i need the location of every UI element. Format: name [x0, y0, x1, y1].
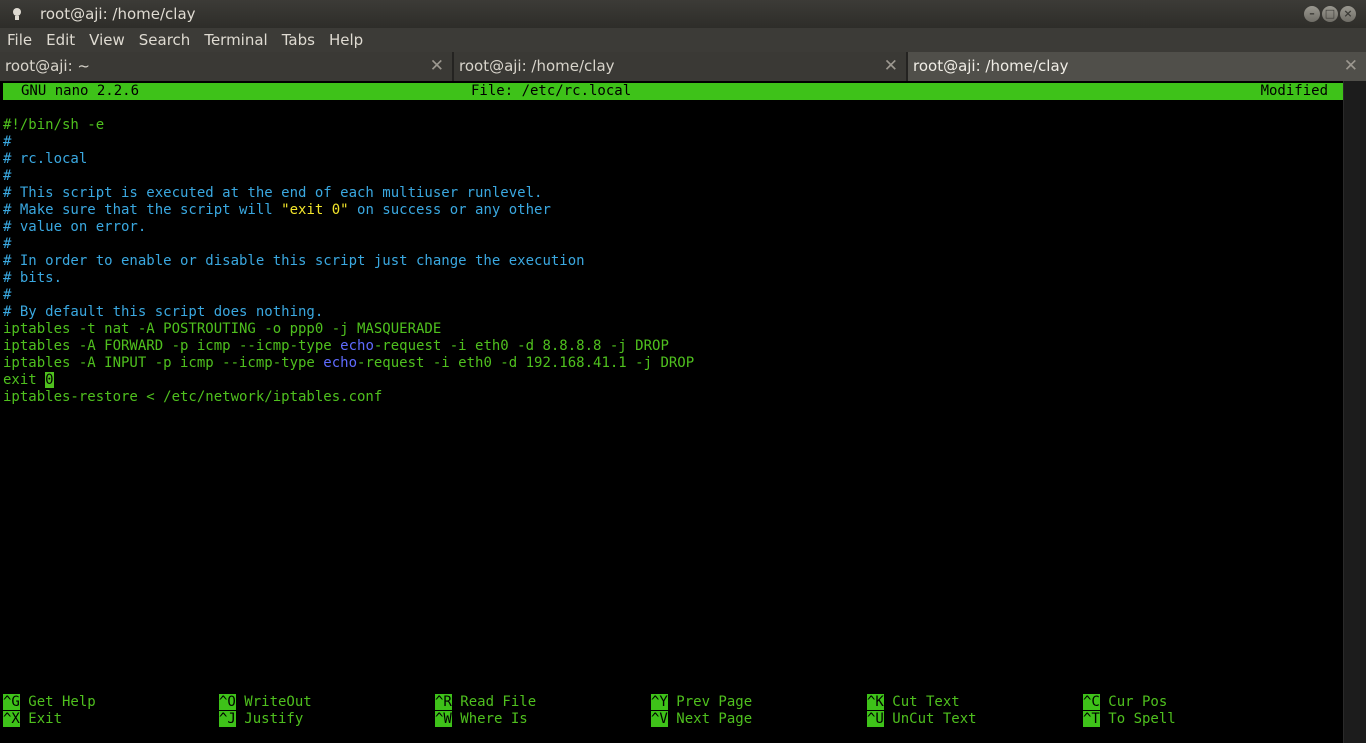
close-icon[interactable]: ×: [1340, 6, 1356, 22]
code-line-13: iptables -A FORWARD -p icmp --icmp-type …: [3, 338, 669, 354]
menu-tabs[interactable]: Tabs: [275, 31, 322, 49]
tab-label: root@aji: /home/clay: [913, 57, 1069, 75]
shortcut-next-page: ^V Next Page: [651, 711, 752, 728]
text-cursor: 0: [45, 372, 54, 388]
shortcut-label: WriteOut: [235, 694, 312, 710]
code-line-5: # Make sure that the script will "exit 0…: [3, 202, 551, 218]
nano-modified-status: Modified: [1260, 83, 1328, 99]
shortcut-key: ^W: [435, 711, 452, 727]
menu-terminal[interactable]: Terminal: [197, 31, 274, 49]
shortcut-uncut-text: ^U UnCut Text: [867, 711, 977, 728]
shortcut-key: ^K: [867, 694, 884, 710]
shortcut-to-spell: ^T To Spell: [1083, 711, 1176, 728]
nano-filename: File: /etc/rc.local: [471, 83, 632, 99]
tab-3-active[interactable]: root@aji: /home/clay ✕: [908, 52, 1366, 81]
code-line: # In order to enable or disable this scr…: [3, 253, 585, 269]
shortcut-key: ^T: [1083, 711, 1100, 727]
nano-version: GNU nano 2.2.6: [21, 83, 140, 99]
shortcut-read-file: ^R Read File: [435, 694, 536, 711]
shortcut-label: Justify: [235, 711, 304, 727]
editor-buffer[interactable]: #!/bin/sh -e # # rc.local # # This scrip…: [3, 117, 694, 406]
tab-close-icon[interactable]: ✕: [430, 56, 444, 76]
scrollbar[interactable]: [1343, 81, 1366, 743]
title-bar: root@aji: /home/clay – □ ×: [0, 0, 1366, 28]
menu-search[interactable]: Search: [132, 31, 198, 49]
menu-view[interactable]: View: [82, 31, 132, 49]
terminal-app-icon: [13, 8, 21, 20]
menu-file[interactable]: File: [0, 31, 39, 49]
shortcut-get-help: ^G Get Help: [3, 694, 96, 711]
tab-label: root@aji: /home/clay: [459, 57, 615, 75]
code-line: #!/bin/sh -e: [3, 117, 105, 133]
code-line: iptables-restore < /etc/network/iptables…: [3, 389, 383, 405]
shortcut-key: ^O: [219, 694, 236, 710]
code-line: iptables -t nat -A POSTROUTING -o ppp0 -…: [3, 321, 442, 337]
code-line: #: [3, 134, 12, 150]
shortcut-label: Next Page: [667, 711, 753, 727]
tab-bar: root@aji: ~ ✕ root@aji: /home/clay ✕ roo…: [0, 52, 1366, 81]
menu-bar: File Edit View Search Terminal Tabs Help: [0, 28, 1366, 52]
shortcut-label: UnCut Text: [883, 711, 977, 727]
shortcut-where-is: ^W Where Is: [435, 711, 528, 728]
shortcut-writeout: ^O WriteOut: [219, 694, 312, 711]
nano-shortcut-bar: ^G Get Help ^O WriteOut ^R Read File ^Y Pre…: [3, 694, 1343, 728]
shortcut-key: ^C: [1083, 694, 1100, 710]
shortcut-key: ^Y: [651, 694, 668, 710]
code-line: #: [3, 236, 12, 252]
shortcut-label: Cut Text: [883, 694, 960, 710]
code-line-14: iptables -A INPUT -p icmp --icmp-type ec…: [3, 355, 695, 371]
window-title: root@aji: /home/clay: [40, 5, 196, 23]
shortcut-label: To Spell: [1099, 711, 1176, 727]
menu-edit[interactable]: Edit: [39, 31, 82, 49]
shortcut-label: Exit: [19, 711, 63, 727]
minimize-icon[interactable]: –: [1304, 6, 1320, 22]
nano-title-bar: GNU nano 2.2.6 File: /etc/rc.local Modif…: [3, 83, 1344, 100]
shortcut-key: ^U: [867, 711, 884, 727]
terminal-area[interactable]: GNU nano 2.2.6 File: /etc/rc.local Modif…: [0, 81, 1366, 743]
tab-2[interactable]: root@aji: /home/clay ✕: [454, 52, 908, 81]
shortcut-key: ^G: [3, 694, 20, 710]
shortcut-cur-pos: ^C Cur Pos: [1083, 694, 1167, 711]
shortcut-label: Prev Page: [667, 694, 753, 710]
shortcut-key: ^X: [3, 711, 20, 727]
shortcut-key: ^J: [219, 711, 236, 727]
shortcut-cut-text: ^K Cut Text: [867, 694, 960, 711]
tab-1[interactable]: root@aji: ~ ✕: [0, 52, 454, 81]
code-line: #: [3, 287, 12, 303]
shortcut-key: ^R: [435, 694, 452, 710]
maximize-icon[interactable]: □: [1322, 6, 1338, 22]
shortcut-label: Read File: [451, 694, 537, 710]
shortcut-exit: ^X Exit: [3, 711, 62, 728]
tab-close-icon[interactable]: ✕: [1344, 56, 1358, 76]
shortcut-label: Where Is: [451, 711, 528, 727]
code-line: # value on error.: [3, 219, 147, 235]
shortcut-label: Get Help: [19, 694, 96, 710]
code-line: # rc.local: [3, 151, 88, 167]
window-controls: – □ ×: [1304, 6, 1356, 22]
code-line: # By default this script does nothing.: [3, 304, 324, 320]
tab-label: root@aji: ~: [5, 57, 90, 75]
shortcut-label: Cur Pos: [1099, 694, 1168, 710]
shortcut-prev-page: ^Y Prev Page: [651, 694, 752, 711]
shortcut-key: ^V: [651, 711, 668, 727]
menu-help[interactable]: Help: [322, 31, 370, 49]
code-line-15: exit 0: [3, 372, 54, 388]
code-line: #: [3, 168, 12, 184]
tab-close-icon[interactable]: ✕: [884, 56, 898, 76]
code-line: # This script is executed at the end of …: [3, 185, 543, 201]
shortcut-justify: ^J Justify: [219, 711, 303, 728]
code-line: # bits.: [3, 270, 63, 286]
